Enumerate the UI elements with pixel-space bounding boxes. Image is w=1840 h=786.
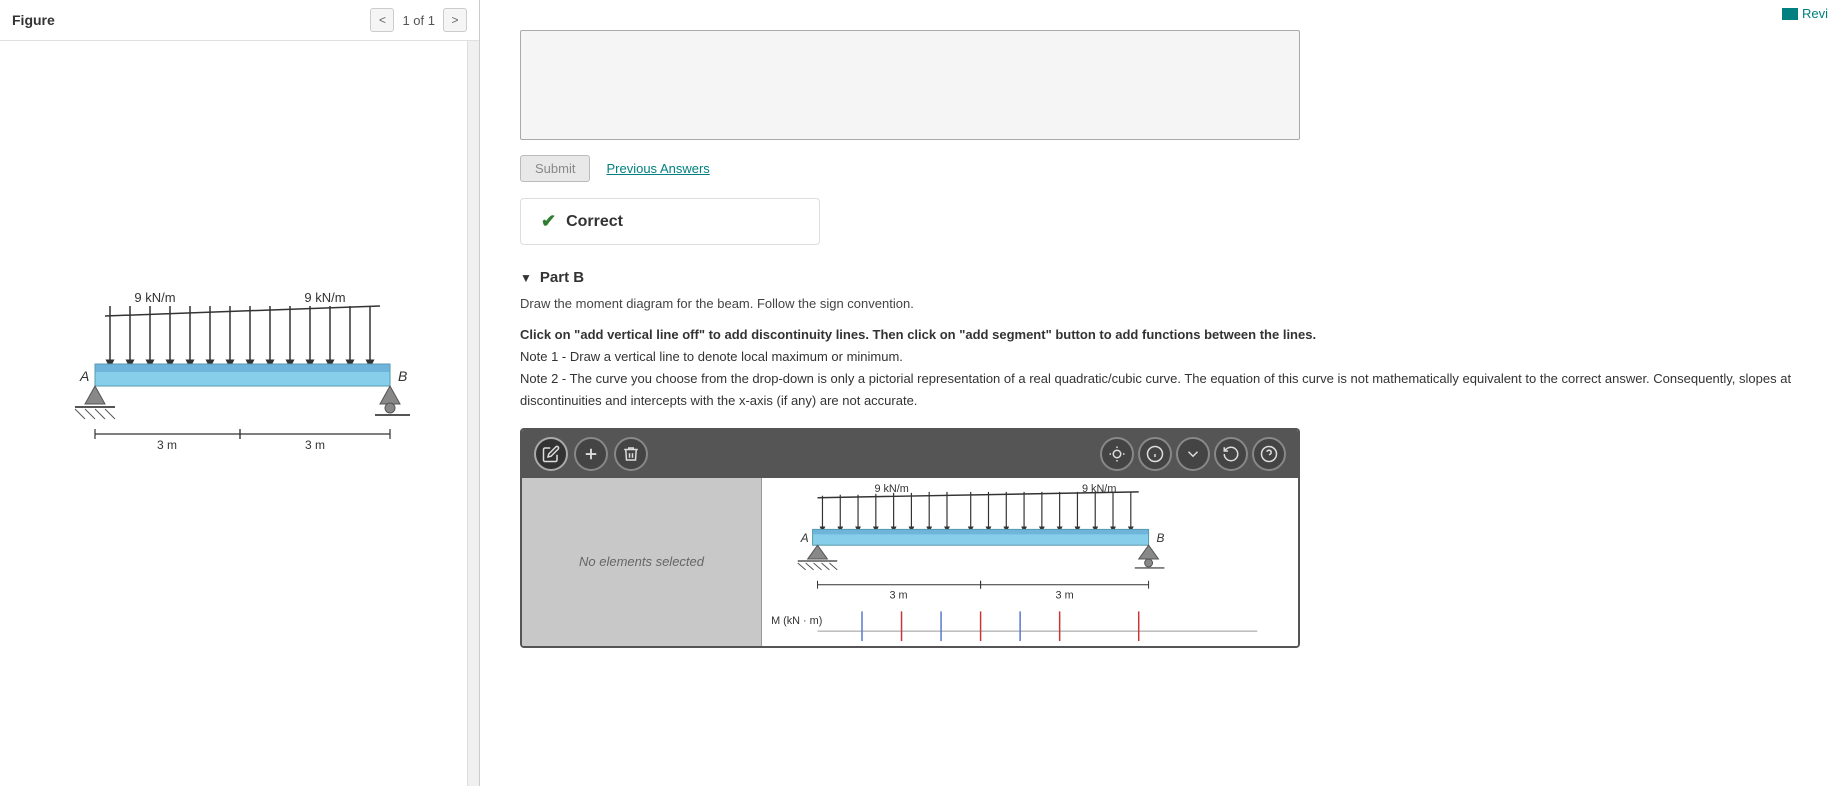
right-load-label: 9 kN/m (304, 290, 345, 305)
figure-content: 9 kN/m 9 kN/m (0, 41, 479, 786)
svg-text:3 m: 3 m (1056, 589, 1074, 601)
svg-text:3 m: 3 m (156, 438, 176, 452)
hint-button[interactable] (1100, 437, 1134, 471)
submit-button[interactable]: Submit (520, 155, 590, 182)
left-panel: Figure < 1 of 1 > 9 kN/m 9 kN/m (0, 0, 480, 786)
note2-label: Note 2 - The curve you choose from the d… (520, 371, 1791, 408)
previous-answers-link[interactable]: Previous Answers (606, 161, 709, 176)
svg-text:A: A (79, 368, 89, 384)
reset-button[interactable] (1214, 437, 1248, 471)
next-figure-button[interactable]: > (443, 8, 467, 32)
svg-text:3 m: 3 m (304, 438, 324, 452)
collapse-triangle-icon: ▼ (520, 271, 532, 285)
chevron-down-button[interactable] (1176, 437, 1210, 471)
part-b-header[interactable]: ▼ Part B (480, 261, 1840, 294)
prev-figure-button[interactable]: < (370, 8, 394, 32)
pencil-tool-button[interactable] (534, 437, 568, 471)
diagram-body: No elements selected 9 kN/m 9 kN/m (522, 478, 1298, 646)
svg-text:B: B (1156, 531, 1164, 545)
svg-text:A: A (800, 531, 809, 545)
note1-label: Note 1 - Draw a vertical line to denote … (520, 349, 903, 364)
toolbar-left (534, 437, 648, 471)
beam-preview-svg: 9 kN/m 9 kN/m (762, 478, 1298, 646)
svg-text:M (kN · m): M (kN · m) (771, 615, 822, 627)
info-button[interactable] (1138, 437, 1172, 471)
left-load-label: 9 kN/m (134, 290, 175, 305)
scroll-bar[interactable] (467, 41, 479, 786)
figure-nav: < 1 of 1 > (370, 8, 467, 32)
figure-page-label: 1 of 1 (402, 13, 435, 28)
review-icon (1782, 8, 1798, 20)
toolbar-right (1100, 437, 1286, 471)
correct-badge: ✔ Correct (520, 198, 820, 245)
answer-textarea[interactable] (520, 30, 1300, 140)
instruction-main: Draw the moment diagram for the beam. Fo… (520, 294, 1800, 314)
svg-text:3 m: 3 m (890, 589, 908, 601)
no-elements-text: No elements selected (579, 554, 704, 569)
correct-text: Correct (566, 213, 623, 231)
delete-button[interactable] (614, 437, 648, 471)
beam-diagram-svg: 9 kN/m 9 kN/m (50, 274, 430, 554)
figure-title: Figure (12, 12, 55, 28)
instruction-notes: Click on "add vertical line off" to add … (520, 324, 1800, 412)
figure-header: Figure < 1 of 1 > (0, 0, 479, 41)
svg-text:B: B (398, 368, 407, 384)
diagram-container: No elements selected 9 kN/m 9 kN/m (520, 428, 1300, 648)
answer-section (480, 10, 1840, 143)
diagram-toolbar (522, 430, 1298, 478)
correct-checkmark-icon: ✔ (541, 211, 556, 232)
review-link[interactable]: Revi (1782, 6, 1828, 21)
svg-text:9 kN/m: 9 kN/m (874, 483, 908, 495)
part-b-label: Part B (540, 269, 584, 286)
add-segment-button[interactable] (574, 437, 608, 471)
help-button[interactable] (1252, 437, 1286, 471)
top-bar: Revi (1770, 0, 1840, 27)
diagram-no-selection: No elements selected (522, 478, 762, 646)
review-label: Revi (1802, 6, 1828, 21)
note1-bold: Click on "add vertical line off" to add … (520, 327, 1316, 342)
part-b-content: Draw the moment diagram for the beam. Fo… (480, 294, 1840, 648)
diagram-preview[interactable]: 9 kN/m 9 kN/m (762, 478, 1298, 646)
right-panel: Revi Submit Previous Answers ✔ Correct ▼… (480, 0, 1840, 786)
action-row: Submit Previous Answers (480, 143, 1840, 194)
